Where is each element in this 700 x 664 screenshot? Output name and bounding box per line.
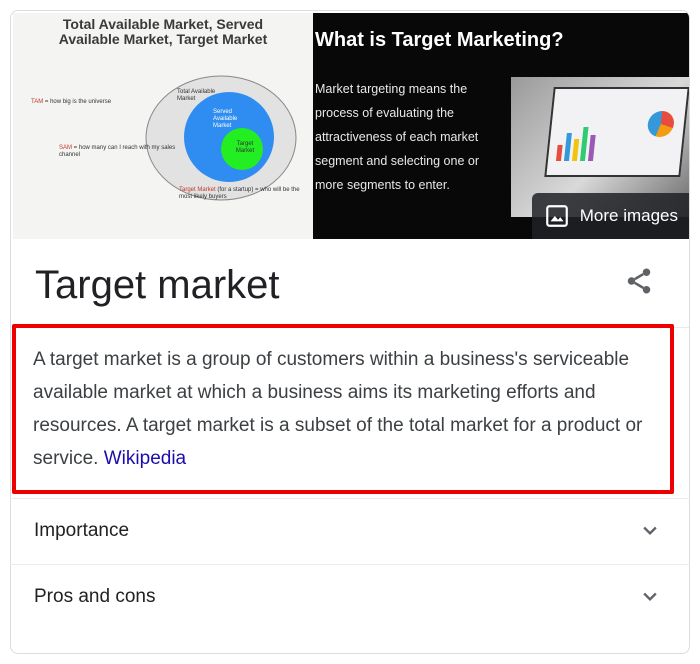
accordion-label: Pros and cons (34, 586, 156, 607)
page-title: Target market (35, 263, 280, 307)
share-button[interactable] (621, 265, 657, 301)
accordion-pros-and-cons[interactable]: Pros and cons (10, 564, 690, 631)
laptop-screen (544, 87, 689, 177)
sam-caption: SAM = how many can I reach with my sales… (59, 145, 176, 158)
pie-graphic (646, 111, 676, 137)
venn-circles (145, 75, 297, 201)
image-title: What is Target Marketing? (315, 29, 564, 51)
accordion-label: Importance (34, 520, 130, 541)
wikipedia-link[interactable]: Wikipedia (104, 448, 186, 469)
bar-graphic (555, 121, 597, 161)
more-images-label: More images (579, 206, 678, 225)
more-images-button[interactable]: More images (531, 193, 689, 239)
panel-header: Target market (11, 239, 689, 328)
tam-caption: TAM = how big is the universe (31, 99, 112, 105)
image-icon (544, 203, 570, 229)
circle-label-target: Target Market (235, 141, 255, 154)
circle-label-served: Served Available Market (213, 109, 238, 129)
description: A target market is a group of customers … (22, 334, 660, 482)
circle-label-total: Total Available Market (177, 89, 216, 102)
share-icon (624, 266, 654, 301)
accordion-importance[interactable]: Importance (10, 498, 690, 565)
chevron-down-icon (636, 583, 664, 611)
venn-diagram-image[interactable]: Total Available Market, Served Available… (13, 13, 313, 239)
chevron-down-icon (636, 517, 664, 545)
target-marketing-image[interactable]: What is Target Marketing? Market targeti… (313, 13, 689, 239)
target-caption: Target Market (for a startup) = who will… (179, 187, 300, 200)
image-body-text: Market targeting means the process of ev… (315, 82, 479, 192)
